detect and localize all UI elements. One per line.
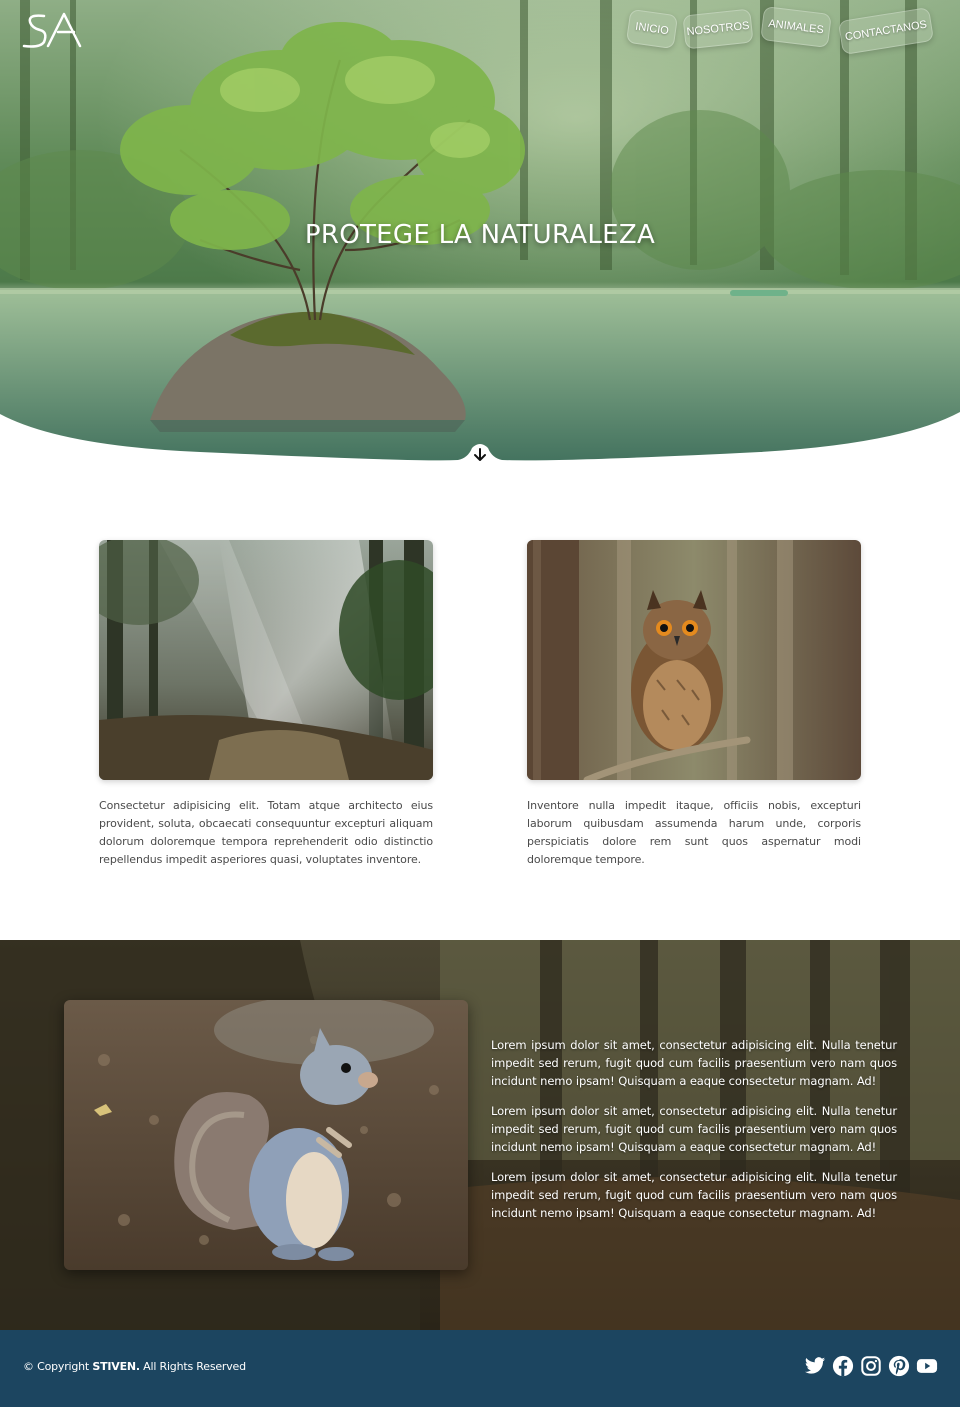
copyright-text: © Copyright STIVEN. All Rights Reserved	[23, 1360, 246, 1373]
nav-contactanos-label: CONTACTANOS	[844, 18, 928, 44]
pinterest-icon[interactable]	[888, 1355, 910, 1377]
nav-inicio-label: INICIO	[634, 20, 670, 38]
footer: © Copyright STIVEN. All Rights Reserved	[0, 1330, 960, 1407]
forest-sunlight-image	[99, 540, 433, 780]
copyright-prefix: © Copyright	[23, 1360, 93, 1373]
nav-animales-button[interactable]: ANIMALES	[760, 5, 832, 49]
facebook-icon[interactable]	[832, 1355, 854, 1377]
feature-band: Lorem ipsum dolor sit amet, consectetur …	[0, 940, 960, 1330]
twitter-icon[interactable]	[804, 1355, 826, 1377]
feature-paragraph: Lorem ipsum dolor sit amet, consectetur …	[491, 1170, 897, 1220]
feature-text: Lorem ipsum dolor sit amet, consectetur …	[491, 1036, 897, 1234]
hero-title: PROTEGE LA NATURALEZA	[304, 220, 656, 250]
feature-paragraph: Lorem ipsum dolor sit amet, consectetur …	[491, 1104, 897, 1154]
card-forest: Consectetur adipisicing elit. Totam atqu…	[99, 540, 433, 869]
card-forest-text: Consectetur adipisicing elit. Totam atqu…	[99, 799, 433, 866]
nav-contactanos-button[interactable]: CONTACTANOS	[837, 7, 935, 55]
nav-nosotros-label: NOSOTROS	[686, 19, 750, 39]
card-owl-text: Inventore nulla impedit itaque, officiis…	[527, 799, 861, 866]
card-owl: Inventore nulla impedit itaque, officiis…	[527, 540, 861, 869]
instagram-icon[interactable]	[860, 1355, 882, 1377]
hero-section: INICIO NOSOTROS ANIMALES CONTACTANOS PRO…	[0, 0, 960, 470]
copyright-suffix: All Rights Reserved	[139, 1360, 246, 1373]
main-nav: INICIO NOSOTROS ANIMALES CONTACTANOS	[625, 5, 938, 56]
scroll-down-button[interactable]	[468, 445, 492, 465]
logo-icon[interactable]	[22, 12, 84, 50]
owl-image	[527, 540, 861, 780]
copyright-brand: STIVEN.	[92, 1360, 140, 1373]
feature-paragraph: Lorem ipsum dolor sit amet, consectetur …	[491, 1038, 897, 1088]
nav-nosotros-button[interactable]: NOSOTROS	[682, 8, 754, 50]
nav-inicio-button[interactable]: INICIO	[625, 8, 679, 50]
nav-animales-label: ANIMALES	[767, 17, 825, 37]
squirrel-image	[64, 1000, 468, 1270]
social-links	[804, 1355, 938, 1377]
arrow-down-icon	[474, 448, 486, 461]
youtube-icon[interactable]	[916, 1355, 938, 1377]
